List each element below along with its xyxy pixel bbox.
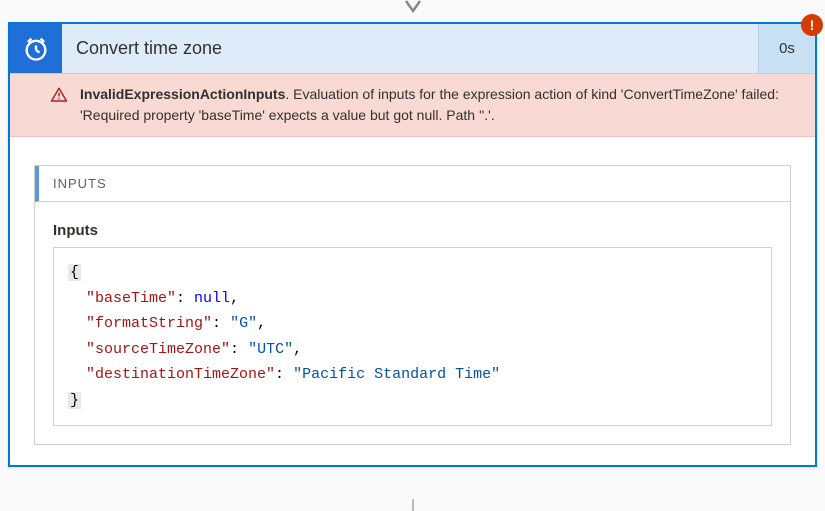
clock-icon <box>22 35 50 63</box>
action-card-header[interactable]: Convert time zone 0s <box>10 24 815 74</box>
error-message: InvalidExpressionActionInputs. Evaluatio… <box>80 84 799 126</box>
inputs-section-body: Inputs { "baseTime": null, "formatString… <box>35 202 790 444</box>
action-card: Convert time zone 0s InvalidExpressionAc… <box>8 22 817 467</box>
flow-connector-arrow <box>402 0 424 21</box>
action-title: Convert time zone <box>62 24 759 73</box>
flow-connector-line <box>412 499 414 511</box>
inputs-json-display: { "baseTime": null, "formatString": "G",… <box>53 247 772 426</box>
error-code: InvalidExpressionActionInputs <box>80 86 285 102</box>
inputs-label: Inputs <box>53 222 772 239</box>
warning-triangle-icon <box>50 86 68 104</box>
error-banner: InvalidExpressionActionInputs. Evaluatio… <box>10 74 815 137</box>
error-badge-icon: ! <box>801 14 823 36</box>
action-icon-box <box>10 24 62 73</box>
action-card-body: INPUTS Inputs { "baseTime": null, "forma… <box>10 137 815 465</box>
inputs-section-header: INPUTS <box>35 166 790 202</box>
inputs-section: INPUTS Inputs { "baseTime": null, "forma… <box>34 165 791 445</box>
